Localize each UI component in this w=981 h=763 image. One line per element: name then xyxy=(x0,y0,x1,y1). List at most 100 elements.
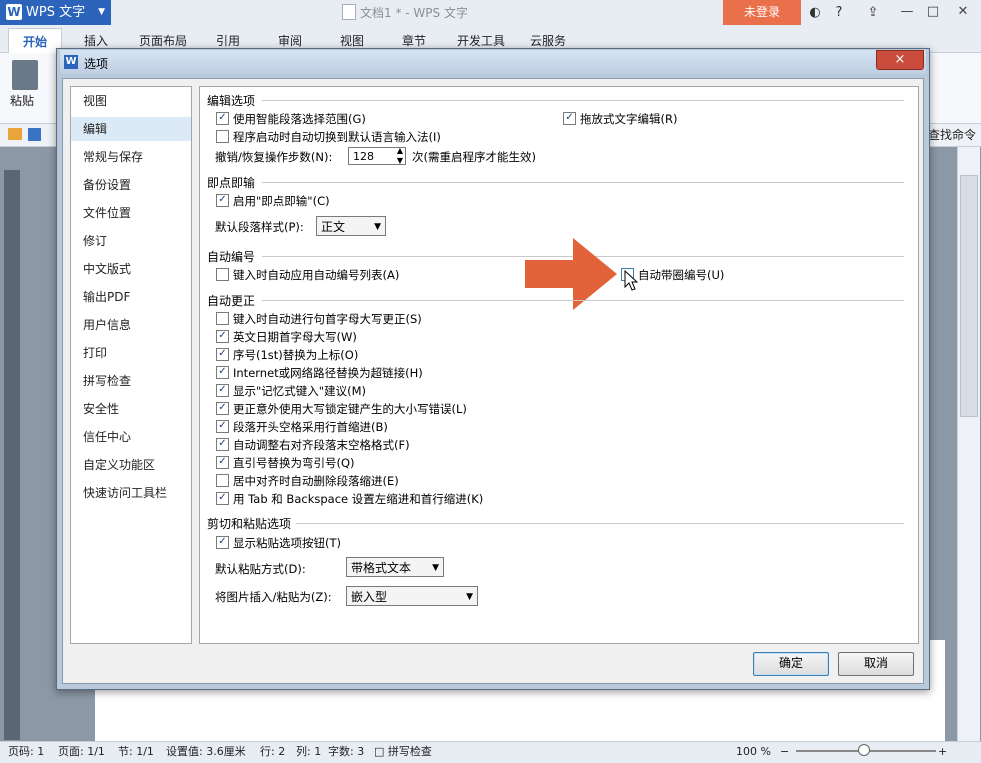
nav-item-user-info[interactable]: 用户信息 xyxy=(71,313,191,337)
smart-select-label: 使用智能段落选择范围(G) xyxy=(233,112,366,126)
options-nav: 视图 编辑 常规与保存 备份设置 文件位置 修订 中文版式 输出PDF 用户信息… xyxy=(70,86,192,644)
group-title-cut-paste: 剪切和粘贴选项 xyxy=(207,517,292,531)
autocorrect-checkbox[interactable]: ✓ xyxy=(216,492,229,505)
wps-logo-icon: W xyxy=(64,55,78,69)
nav-item-view[interactable]: 视图 xyxy=(71,89,191,113)
status-spell[interactable]: □ 拼写检查 xyxy=(374,742,432,762)
auto-list-label: 键入时自动应用自动编号列表(A) xyxy=(233,268,400,282)
autocorrect-label: 直引号替换为弯引号(Q) xyxy=(233,456,355,470)
default-style-label: 默认段落样式(P): xyxy=(215,220,304,234)
maximize-icon[interactable]: □ xyxy=(922,3,944,21)
autocorrect-checkbox[interactable]: ✓ xyxy=(216,456,229,469)
show-paste-options-checkbox[interactable]: ✓ xyxy=(216,536,229,549)
wps-logo-icon: W xyxy=(6,4,22,20)
autocorrect-checkbox[interactable]: ✓ xyxy=(216,384,229,397)
open-folder-icon[interactable] xyxy=(8,128,22,140)
status-pages: 页面: 1/1 xyxy=(58,745,105,758)
nav-item-trust-center[interactable]: 信任中心 xyxy=(71,425,191,449)
auto-ime-label: 程序启动时自动切换到默认语言输入法(I) xyxy=(233,130,441,144)
paste-mode-select[interactable]: 带格式文本 ▼ xyxy=(346,557,444,577)
status-bar: 页码: 1 页面: 1/1 节: 1/1 设置值: 3.6厘米 行: 2 列: … xyxy=(0,741,981,763)
smart-select-checkbox[interactable]: ✓ xyxy=(216,112,229,125)
auto-circle-number-label: 自动带圈编号(U) xyxy=(638,268,725,282)
autocorrect-checkbox[interactable]: ✓ xyxy=(216,348,229,361)
image-insert-select[interactable]: 嵌入型 ▼ xyxy=(346,586,478,606)
chevron-down-icon: ▼ xyxy=(374,222,381,232)
paste-icon[interactable] xyxy=(12,60,38,90)
app-name: WPS 文字 xyxy=(26,5,86,20)
find-command[interactable]: 查找命令 xyxy=(928,126,976,143)
login-button[interactable]: 未登录 xyxy=(723,0,801,25)
undo-steps-label: 撤销/恢复操作步数(N): xyxy=(215,150,333,164)
nav-item-revision[interactable]: 修订 xyxy=(71,229,191,253)
status-section: 节: 1/1 xyxy=(118,745,154,758)
autocorrect-label: 更正意外使用大写锁定键产生的大小写错误(L) xyxy=(233,402,467,416)
zoom-in-icon[interactable]: + xyxy=(938,742,947,762)
autocorrect-checkbox[interactable]: ✓ xyxy=(216,330,229,343)
nav-item-customize-ribbon[interactable]: 自定义功能区 xyxy=(71,453,191,477)
share-icon[interactable]: ⇪ xyxy=(864,4,882,22)
autocorrect-checkbox[interactable]: ✓ xyxy=(216,366,229,379)
autocorrect-checkbox[interactable]: ✓ xyxy=(216,438,229,451)
nav-item-edit[interactable]: 编辑 xyxy=(71,117,191,141)
autocorrect-label: Internet或网络路径替换为超链接(H) xyxy=(233,366,423,380)
autocorrect-checkbox[interactable]: ✓ xyxy=(216,420,229,433)
autocorrect-label: 自动调整右对齐段落末空格格式(F) xyxy=(233,438,410,452)
auto-ime-checkbox[interactable] xyxy=(216,130,229,143)
dialog-title-bar[interactable] xyxy=(60,50,926,74)
status-row: 行: 2 xyxy=(260,745,286,758)
stepper-arrows-icon[interactable]: ▲ ▼ xyxy=(397,146,403,166)
nav-item-chinese-layout[interactable]: 中文版式 xyxy=(71,257,191,281)
autocorrect-label: 键入时自动进行句首字母大写更正(S) xyxy=(233,312,422,326)
divider xyxy=(262,300,904,301)
autocorrect-checkbox[interactable] xyxy=(216,312,229,325)
close-window-icon[interactable]: ✕ xyxy=(952,3,974,21)
chevron-down-icon: ▼ xyxy=(466,592,473,602)
divider xyxy=(296,523,904,524)
drag-edit-label: 拖放式文字编辑(R) xyxy=(580,112,678,126)
zoom-level: 100 % xyxy=(736,745,771,758)
wps-menu-button[interactable]: W WPS 文字 ▼ xyxy=(0,0,111,25)
autocorrect-checkbox[interactable] xyxy=(216,474,229,487)
tab-start[interactable]: 开始 xyxy=(8,28,62,53)
divider xyxy=(262,182,904,183)
minimize-icon[interactable]: — xyxy=(896,3,918,21)
window-title: 文档1 * - WPS 文字 xyxy=(360,6,468,20)
status-page: 页码: 1 xyxy=(8,745,45,758)
cancel-button[interactable]: 取消 xyxy=(838,652,914,676)
paste-label[interactable]: 粘贴 xyxy=(10,92,34,109)
nav-item-general-save[interactable]: 常规与保存 xyxy=(71,145,191,169)
autocorrect-label: 居中对齐时自动删除段落缩进(E) xyxy=(233,474,399,488)
undo-steps-value: 128 xyxy=(353,150,374,163)
nav-item-file-location[interactable]: 文件位置 xyxy=(71,201,191,225)
nav-item-export-pdf[interactable]: 输出PDF xyxy=(71,285,191,309)
nav-item-spell-check[interactable]: 拼写检查 xyxy=(71,369,191,393)
nav-item-quick-access-toolbar[interactable]: 快速访问工具栏 xyxy=(71,481,191,505)
skin-icon[interactable]: ◐ xyxy=(806,4,824,22)
save-icon[interactable] xyxy=(28,128,41,141)
undo-steps-note: 次(需重启程序才能生效) xyxy=(412,150,536,164)
undo-steps-stepper[interactable]: 128 ▲ ▼ xyxy=(348,146,406,166)
divider xyxy=(262,100,904,101)
nav-item-security[interactable]: 安全性 xyxy=(71,397,191,421)
vertical-ruler xyxy=(4,170,20,740)
chevron-down-icon: ▼ xyxy=(432,563,439,573)
mouse-cursor-icon xyxy=(624,270,638,291)
autocorrect-label: 显示"记忆式键入"建议(M) xyxy=(233,384,366,398)
scrollbar-thumb[interactable] xyxy=(960,175,978,417)
nav-item-print[interactable]: 打印 xyxy=(71,341,191,365)
show-paste-options-label: 显示粘贴选项按钮(T) xyxy=(233,536,341,550)
dialog-close-button[interactable]: × xyxy=(876,50,924,70)
zoom-slider-handle[interactable] xyxy=(858,744,870,756)
default-style-select[interactable]: 正文 ▼ xyxy=(316,216,386,236)
click-type-label: 启用"即点即输"(C) xyxy=(233,194,330,208)
drag-edit-checkbox[interactable]: ✓ xyxy=(563,112,576,125)
zoom-out-icon[interactable]: − xyxy=(780,742,789,762)
click-type-checkbox[interactable]: ✓ xyxy=(216,194,229,207)
help-icon[interactable]: ? xyxy=(830,4,848,22)
auto-list-checkbox[interactable] xyxy=(216,268,229,281)
default-style-value: 正文 xyxy=(321,220,346,234)
autocorrect-checkbox[interactable]: ✓ xyxy=(216,402,229,415)
nav-item-backup[interactable]: 备份设置 xyxy=(71,173,191,197)
ok-button[interactable]: 确定 xyxy=(753,652,829,676)
